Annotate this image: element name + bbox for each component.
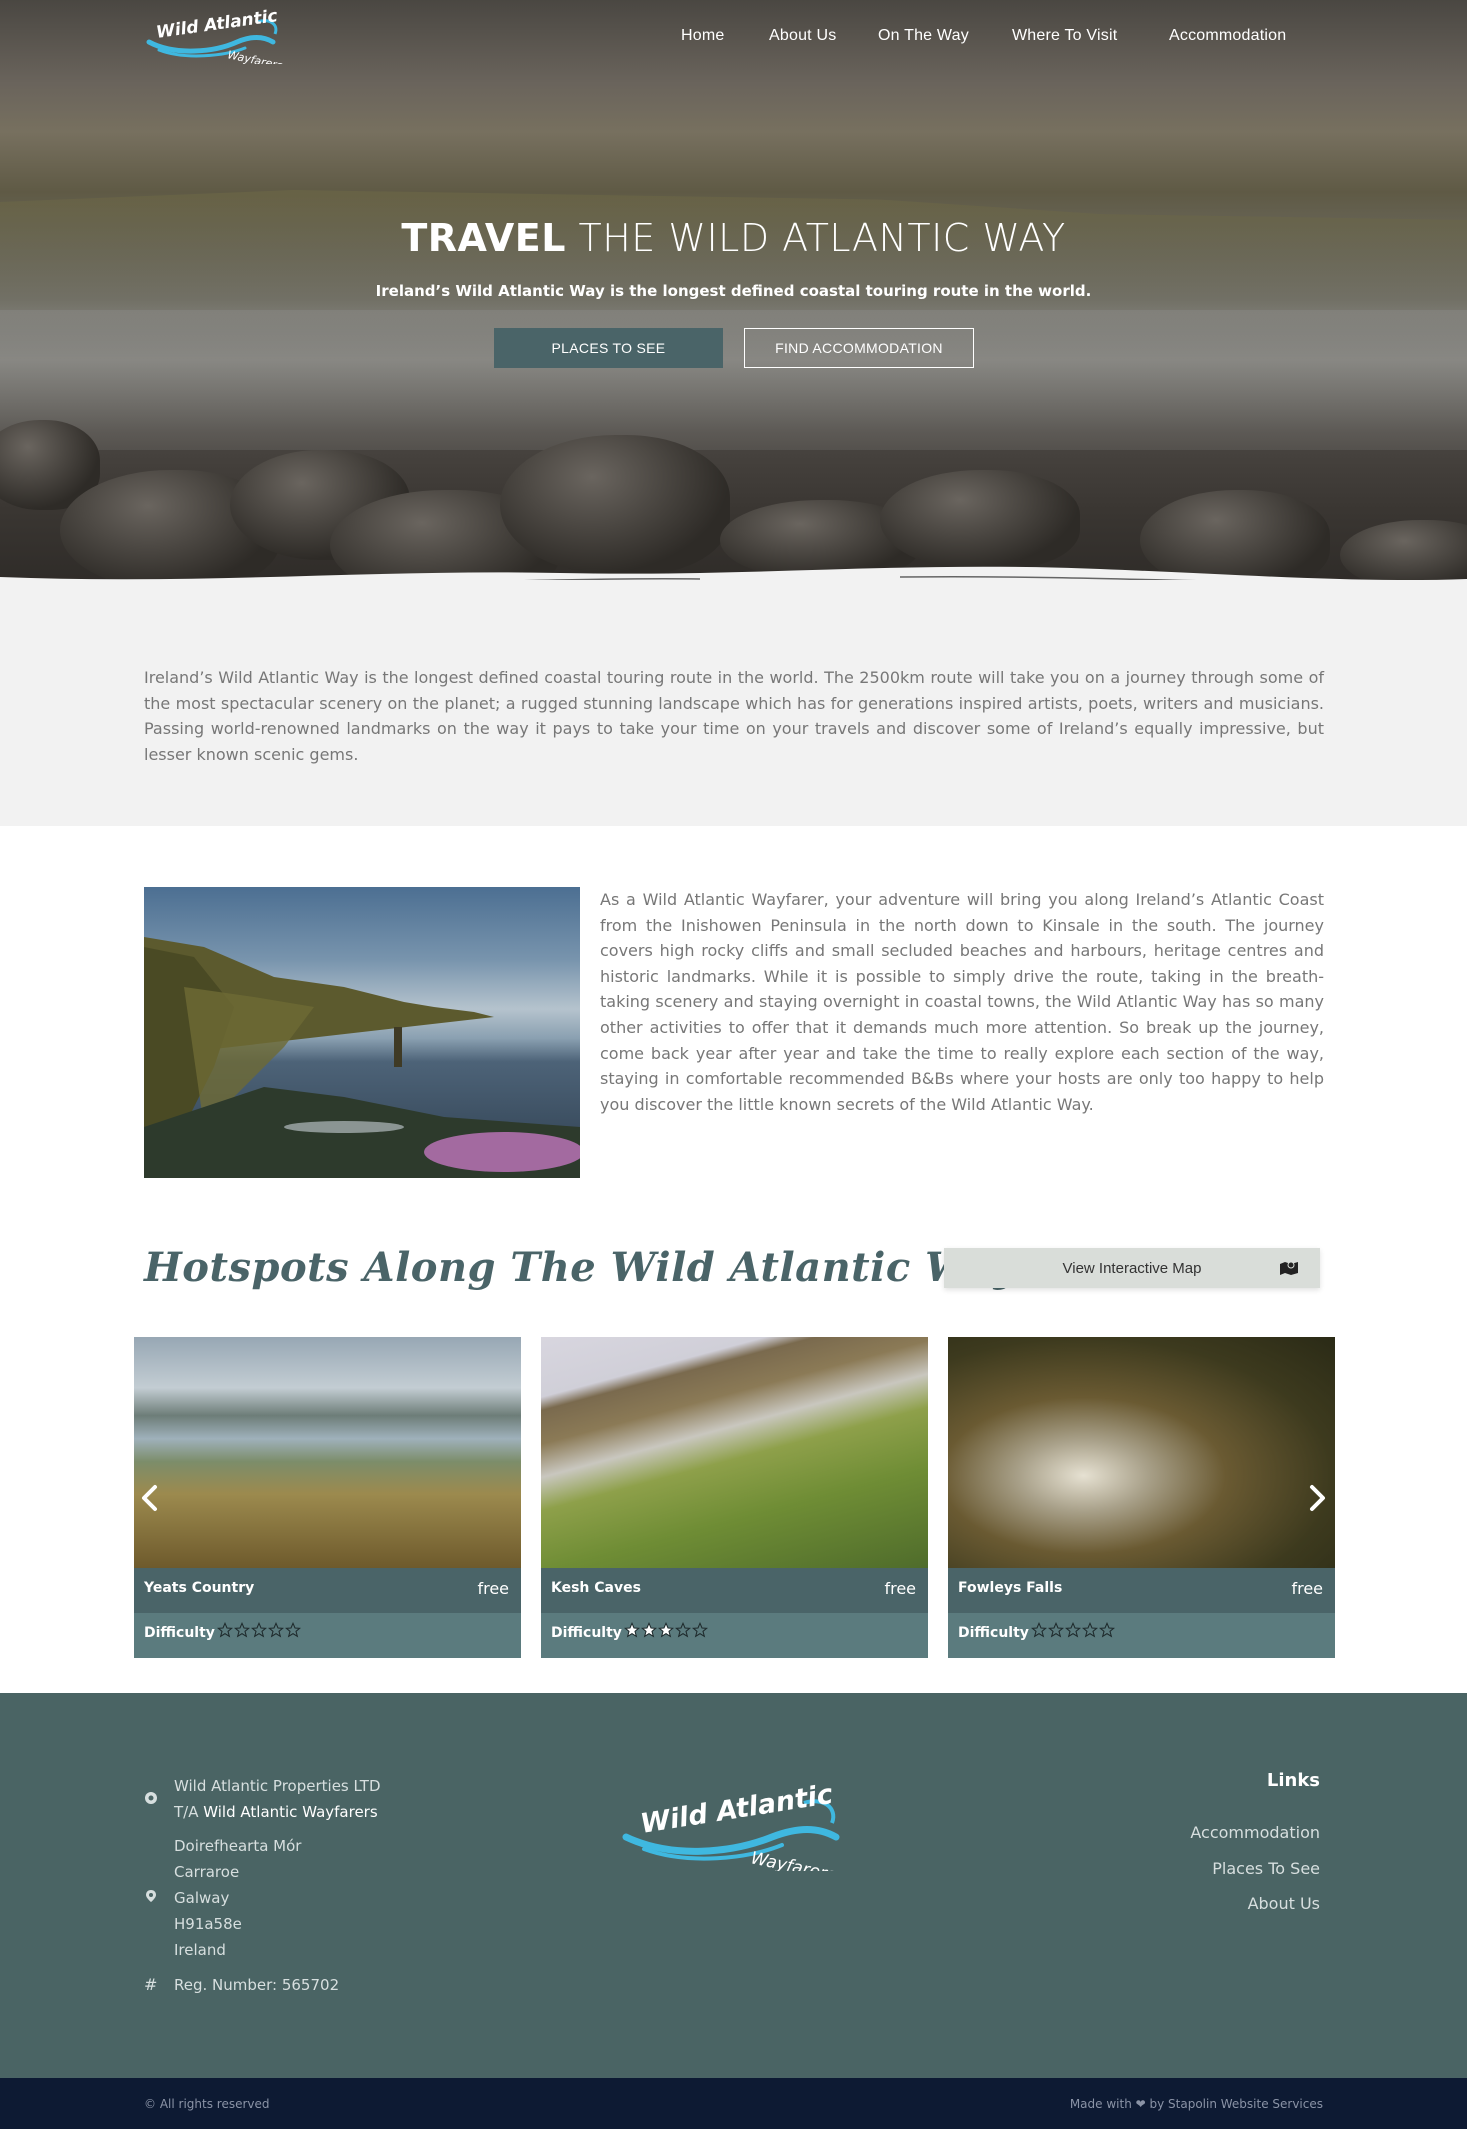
- difficulty-stars: [624, 1622, 708, 1638]
- star-empty-icon: [675, 1622, 691, 1638]
- links-title: Links: [1266, 1770, 1320, 1791]
- intro-text: Ireland’s Wild Atlantic Way is the longe…: [144, 668, 1324, 764]
- intro-section: Ireland’s Wild Atlantic Way is the longe…: [0, 580, 1467, 826]
- star-empty-icon: [217, 1622, 233, 1638]
- nav-where-to-visit[interactable]: Where To Visit: [1012, 27, 1117, 45]
- address-line: Ireland: [174, 1941, 226, 1959]
- star-empty-icon: [1099, 1622, 1115, 1638]
- company-name: Wild Atlantic Properties LTD: [174, 1777, 381, 1795]
- star-filled-icon: [658, 1622, 674, 1638]
- card-name: Kesh Caves: [551, 1580, 641, 1596]
- hero-title-light: THE WILD ATLANTIC WAY: [578, 216, 1066, 260]
- copyright: © All rights reserved: [144, 2097, 270, 2111]
- hotspot-card[interactable]: Yeats Country free Difficulty: [134, 1337, 521, 1658]
- about-text: As a Wild Atlantic Wayfarer, your advent…: [600, 890, 1324, 1114]
- location-pin-icon: [146, 1890, 156, 1902]
- places-to-see-button[interactable]: PLACES TO SEE: [494, 328, 723, 368]
- star-empty-icon: [1065, 1622, 1081, 1638]
- difficulty-label: Difficulty: [958, 1625, 1029, 1641]
- card-price: free: [884, 1579, 916, 1598]
- card-name: Yeats Country: [144, 1580, 255, 1596]
- address-line: H91a58e: [174, 1915, 242, 1933]
- find-accommodation-button[interactable]: FIND ACCOMMODATION: [744, 328, 974, 368]
- hotspot-card[interactable]: Fowleys Falls free Difficulty: [948, 1337, 1335, 1658]
- made-with-credit[interactable]: Made with ❤ by Stapolin Website Services: [1070, 2097, 1323, 2111]
- card-title-bar: Fowleys Falls free: [948, 1568, 1335, 1613]
- map-icon: [1280, 1261, 1298, 1275]
- difficulty-label: Difficulty: [551, 1625, 622, 1641]
- hotspot-card[interactable]: Kesh Caves free Difficulty: [541, 1337, 928, 1658]
- footer-logo-line2: Wayfarers: [749, 1848, 837, 1871]
- footer-link-places-to-see[interactable]: Places To See: [1212, 1859, 1320, 1878]
- carousel-prev-arrow-icon[interactable]: [137, 1483, 163, 1513]
- nav-on-the-way[interactable]: On The Way: [878, 27, 969, 45]
- star-empty-icon: [1048, 1622, 1064, 1638]
- star-empty-icon: [692, 1622, 708, 1638]
- nav-home[interactable]: Home: [681, 27, 724, 45]
- star-filled-icon: [624, 1622, 640, 1638]
- star-empty-icon: [234, 1622, 250, 1638]
- star-filled-icon: [641, 1622, 657, 1638]
- cliffs-of-moher-image: [144, 887, 580, 1178]
- card-name: Fowleys Falls: [958, 1580, 1063, 1596]
- nav-about-us[interactable]: About Us: [769, 27, 836, 45]
- footer-logo[interactable]: Wild Atlantic Wayfarers: [622, 1783, 846, 1871]
- trading-as: T/A Wild Atlantic Wayfarers: [174, 1799, 378, 1825]
- star-empty-icon: [268, 1622, 284, 1638]
- brand-logo[interactable]: Wild Atlantic Wayfarers: [145, 8, 290, 64]
- reg-number: Reg. Number: 565702: [174, 1976, 340, 1994]
- carousel-next-arrow-icon[interactable]: [1304, 1483, 1330, 1513]
- card-title-bar: Yeats Country free: [134, 1568, 521, 1613]
- map-button-label: View Interactive Map: [1062, 1259, 1202, 1277]
- footer: Wild Atlantic Properties LTD T/A Wild At…: [0, 1693, 1467, 2078]
- bottom-bar: © All rights reserved Made with ❤ by Sta…: [0, 2078, 1467, 2129]
- hero-title-bold: TRAVEL: [401, 216, 566, 260]
- hero-title: TRAVEL THE WILD ATLANTIC WAY: [0, 216, 1467, 260]
- ta-prefix: T/A: [174, 1803, 199, 1821]
- yeats-country-image: [134, 1337, 521, 1568]
- card-price: free: [1291, 1579, 1323, 1598]
- difficulty-stars: [217, 1622, 301, 1638]
- star-empty-icon: [285, 1622, 301, 1638]
- footer-link-about-us[interactable]: About Us: [1248, 1894, 1320, 1913]
- logo-line2: Wayfarers: [226, 48, 283, 64]
- hotspots-title: Hotspots Along The Wild Atlantic Way: [144, 1244, 1018, 1291]
- building-icon: [145, 1792, 157, 1804]
- hash-icon: #: [144, 1975, 158, 1994]
- address-line: Doirefhearta Mór: [174, 1837, 302, 1855]
- address-line: Galway: [174, 1889, 230, 1907]
- ta-name: Wild Atlantic Wayfarers: [203, 1803, 378, 1821]
- star-empty-icon: [1031, 1622, 1047, 1638]
- card-title-bar: Kesh Caves free: [541, 1568, 928, 1613]
- difficulty-label: Difficulty: [144, 1625, 215, 1641]
- card-difficulty-bar: Difficulty: [541, 1613, 928, 1658]
- card-difficulty-bar: Difficulty: [948, 1613, 1335, 1658]
- hero-section: [0, 0, 1467, 600]
- hero-subtitle: Ireland’s Wild Atlantic Way is the longe…: [375, 282, 1092, 300]
- hero-rock: [500, 435, 730, 575]
- view-interactive-map-button[interactable]: View Interactive Map: [944, 1248, 1320, 1288]
- hero-sea: [0, 300, 1467, 450]
- nav-accommodation[interactable]: Accommodation: [1169, 27, 1286, 45]
- difficulty-stars: [1031, 1622, 1115, 1638]
- footer-link-accommodation[interactable]: Accommodation: [1190, 1823, 1320, 1842]
- star-empty-icon: [1082, 1622, 1098, 1638]
- card-difficulty-bar: Difficulty: [134, 1613, 521, 1658]
- fowleys-falls-image: [948, 1337, 1335, 1568]
- star-empty-icon: [251, 1622, 267, 1638]
- kesh-caves-image: [541, 1337, 928, 1568]
- card-price: free: [477, 1579, 509, 1598]
- address-line: Carraroe: [174, 1863, 240, 1881]
